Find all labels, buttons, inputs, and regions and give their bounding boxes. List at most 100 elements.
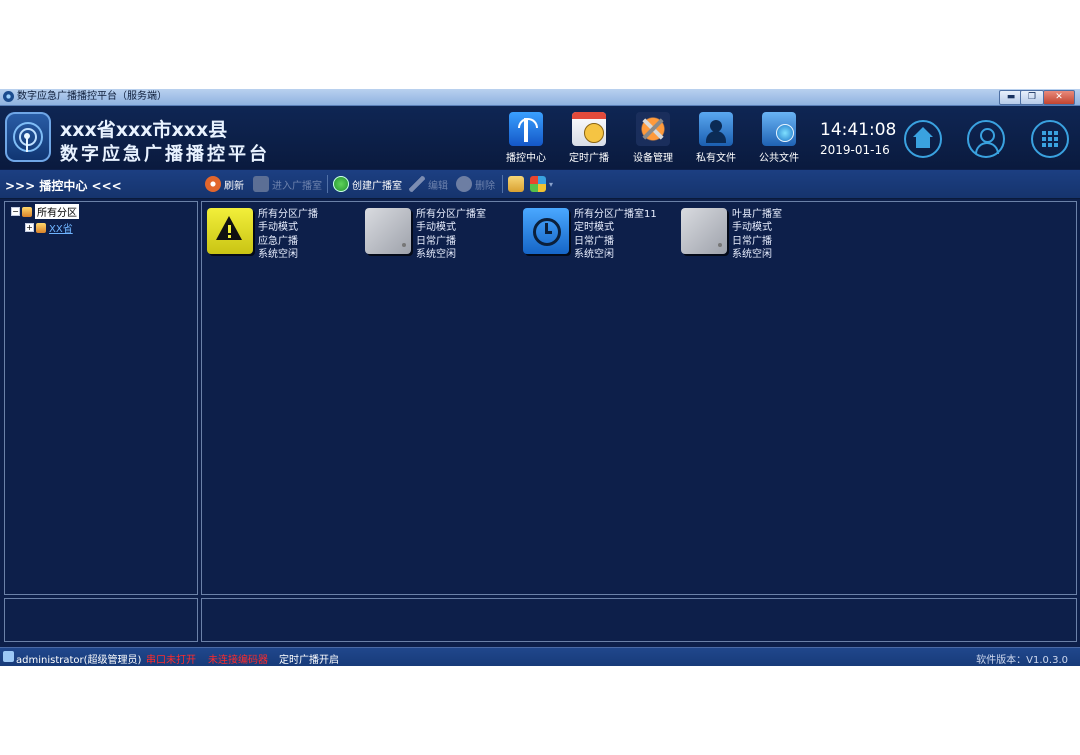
refresh-button[interactable]: 刷新 bbox=[205, 174, 244, 194]
tree-node-label: XX省 bbox=[49, 224, 73, 235]
status-user: administrator(超级管理员) bbox=[16, 655, 142, 666]
tree-node-label: 所有分区 bbox=[35, 204, 79, 219]
private-folder-icon bbox=[699, 112, 733, 146]
room-info: 所有分区广播室11 定时模式 日常广播 系统空闲 bbox=[574, 208, 657, 261]
edit-label: 编辑 bbox=[428, 180, 448, 192]
toolbar-separator bbox=[327, 175, 328, 193]
window-title-bar[interactable]: 数字应急广播播控平台（服务端） ▬ ❐ ✕ bbox=[0, 89, 1080, 106]
app-icon bbox=[3, 91, 14, 102]
room-mode: 手动模式 bbox=[732, 222, 772, 234]
room-card[interactable]: 叶县广播室 手动模式 日常广播 系统空闲 bbox=[681, 208, 831, 268]
room-status: 系统空闲 bbox=[574, 248, 614, 260]
broadcast-tower-icon bbox=[509, 112, 543, 146]
user-icon[interactable] bbox=[967, 120, 1005, 158]
room-info: 叶县广播室 手动模式 日常广播 系统空闲 bbox=[732, 208, 782, 261]
gray-panel-icon bbox=[681, 208, 727, 254]
status-bar: administrator(超级管理员) 串口未打开 未连接编码器 定时广播开启… bbox=[0, 647, 1080, 666]
refresh-icon bbox=[205, 176, 221, 192]
enter-room-button[interactable]: 进入广播室 bbox=[253, 174, 322, 194]
clock-history-icon bbox=[523, 208, 569, 254]
toolbar: >>> 播控中心 <<< 刷新 进入广播室 创建广播室 编辑 删除 ▾ bbox=[0, 170, 1080, 199]
nav-broadcast-center[interactable]: 播控中心 bbox=[498, 112, 554, 164]
room-name: 叶县广播室 bbox=[732, 209, 782, 220]
room-type: 日常广播 bbox=[574, 235, 614, 247]
room-card[interactable]: 所有分区广播室 手动模式 日常广播 系统空闲 bbox=[365, 208, 515, 268]
room-name: 所有分区广播 bbox=[258, 209, 318, 220]
room-type: 日常广播 bbox=[416, 235, 456, 247]
room-mode: 手动模式 bbox=[416, 222, 456, 234]
enter-room-icon bbox=[253, 176, 269, 192]
view-mode-button[interactable]: ▾ bbox=[530, 174, 553, 194]
bottom-left-panel bbox=[4, 598, 198, 642]
nav-device-management[interactable]: 设备管理 bbox=[625, 112, 681, 164]
chevron-down-icon[interactable]: ▾ bbox=[549, 180, 553, 189]
tree-node-root[interactable]: − 所有分区 bbox=[11, 204, 79, 219]
toolbar-separator bbox=[502, 175, 503, 193]
room-status: 系统空闲 bbox=[258, 248, 298, 260]
restore-button[interactable]: ❐ bbox=[1020, 90, 1044, 105]
folder-add-icon bbox=[508, 176, 524, 192]
app-logo-icon bbox=[5, 112, 51, 162]
status-serial: 串口未打开 bbox=[146, 655, 196, 666]
folder-add-button[interactable] bbox=[508, 174, 527, 194]
create-room-button[interactable]: 创建广播室 bbox=[333, 174, 402, 194]
tree-node-xx-province[interactable]: + XX省 bbox=[25, 221, 73, 235]
app-header: xxx省xxx市xxx县 数字应急广播播控平台 播控中心 定时广播 设备管理 私… bbox=[0, 106, 1080, 169]
delete-label: 删除 bbox=[475, 180, 495, 192]
room-type: 应急广播 bbox=[258, 235, 298, 247]
clock-date: 2019-01-16 bbox=[820, 143, 890, 157]
room-type: 日常广播 bbox=[732, 235, 772, 247]
nav-label: 播控中心 bbox=[506, 153, 546, 164]
nav-scheduled-broadcast[interactable]: 定时广播 bbox=[561, 112, 617, 164]
nav-label: 私有文件 bbox=[696, 153, 736, 164]
room-info: 所有分区广播 手动模式 应急广播 系统空闲 bbox=[258, 208, 318, 261]
nav-label: 公共文件 bbox=[759, 153, 799, 164]
minus-circle-icon bbox=[456, 176, 472, 192]
zone-tree-panel: − 所有分区 + XX省 bbox=[4, 201, 198, 595]
warning-icon bbox=[207, 208, 253, 254]
edit-button[interactable]: 编辑 bbox=[409, 174, 448, 194]
room-status: 系统空闲 bbox=[416, 248, 456, 260]
pencil-icon bbox=[409, 176, 425, 192]
window-title: 数字应急广播播控平台（服务端） bbox=[17, 91, 167, 102]
delete-button[interactable]: 删除 bbox=[456, 174, 495, 194]
tree-expander[interactable]: + bbox=[25, 223, 34, 232]
app-window: 数字应急广播播控平台（服务端） ▬ ❐ ✕ xxx省xxx市xxx县 数字应急广… bbox=[0, 89, 1080, 666]
home-icon[interactable] bbox=[904, 120, 942, 158]
view-grid-icon bbox=[530, 176, 546, 192]
apps-grid-icon[interactable] bbox=[1031, 120, 1069, 158]
gray-panel-icon bbox=[365, 208, 411, 254]
bottom-right-panel bbox=[201, 598, 1077, 642]
room-mode: 手动模式 bbox=[258, 222, 298, 234]
refresh-label: 刷新 bbox=[224, 180, 244, 192]
add-circle-icon bbox=[333, 176, 349, 192]
software-version: 软件版本：V1.0.3.0 bbox=[976, 655, 1068, 666]
nav-label: 定时广播 bbox=[569, 153, 609, 164]
status-encoder: 未连接编码器 bbox=[208, 655, 268, 666]
close-button[interactable]: ✕ bbox=[1043, 90, 1075, 105]
tools-icon bbox=[636, 112, 670, 146]
room-card[interactable]: 所有分区广播 手动模式 应急广播 系统空闲 bbox=[207, 208, 357, 268]
panel-title: >>> 播控中心 <<< bbox=[5, 179, 122, 193]
room-card[interactable]: 所有分区广播室11 定时模式 日常广播 系统空闲 bbox=[523, 208, 673, 268]
broadcast-room-grid: 所有分区广播 手动模式 应急广播 系统空闲 所有分区广播室 手动模式 日常广播 … bbox=[201, 201, 1077, 595]
nav-label: 设备管理 bbox=[633, 153, 673, 164]
public-folder-icon bbox=[762, 112, 796, 146]
zone-icon bbox=[22, 206, 32, 217]
create-room-label: 创建广播室 bbox=[352, 180, 402, 192]
app-title-platform: 数字应急广播播控平台 bbox=[60, 144, 270, 165]
clock-time: 14:41:08 bbox=[820, 120, 897, 140]
room-name: 所有分区广播室11 bbox=[574, 209, 657, 220]
tree-expander[interactable]: − bbox=[11, 207, 20, 216]
calendar-clock-icon bbox=[572, 112, 606, 146]
zone-icon bbox=[36, 222, 46, 233]
nav-private-files[interactable]: 私有文件 bbox=[688, 112, 744, 164]
nav-public-files[interactable]: 公共文件 bbox=[751, 112, 807, 164]
room-info: 所有分区广播室 手动模式 日常广播 系统空闲 bbox=[416, 208, 486, 261]
room-mode: 定时模式 bbox=[574, 222, 614, 234]
enter-room-label: 进入广播室 bbox=[272, 180, 322, 192]
user-icon bbox=[3, 651, 14, 662]
app-title-region: xxx省xxx市xxx县 bbox=[60, 119, 228, 141]
status-scheduled: 定时广播开启 bbox=[279, 655, 339, 666]
room-status: 系统空闲 bbox=[732, 248, 772, 260]
